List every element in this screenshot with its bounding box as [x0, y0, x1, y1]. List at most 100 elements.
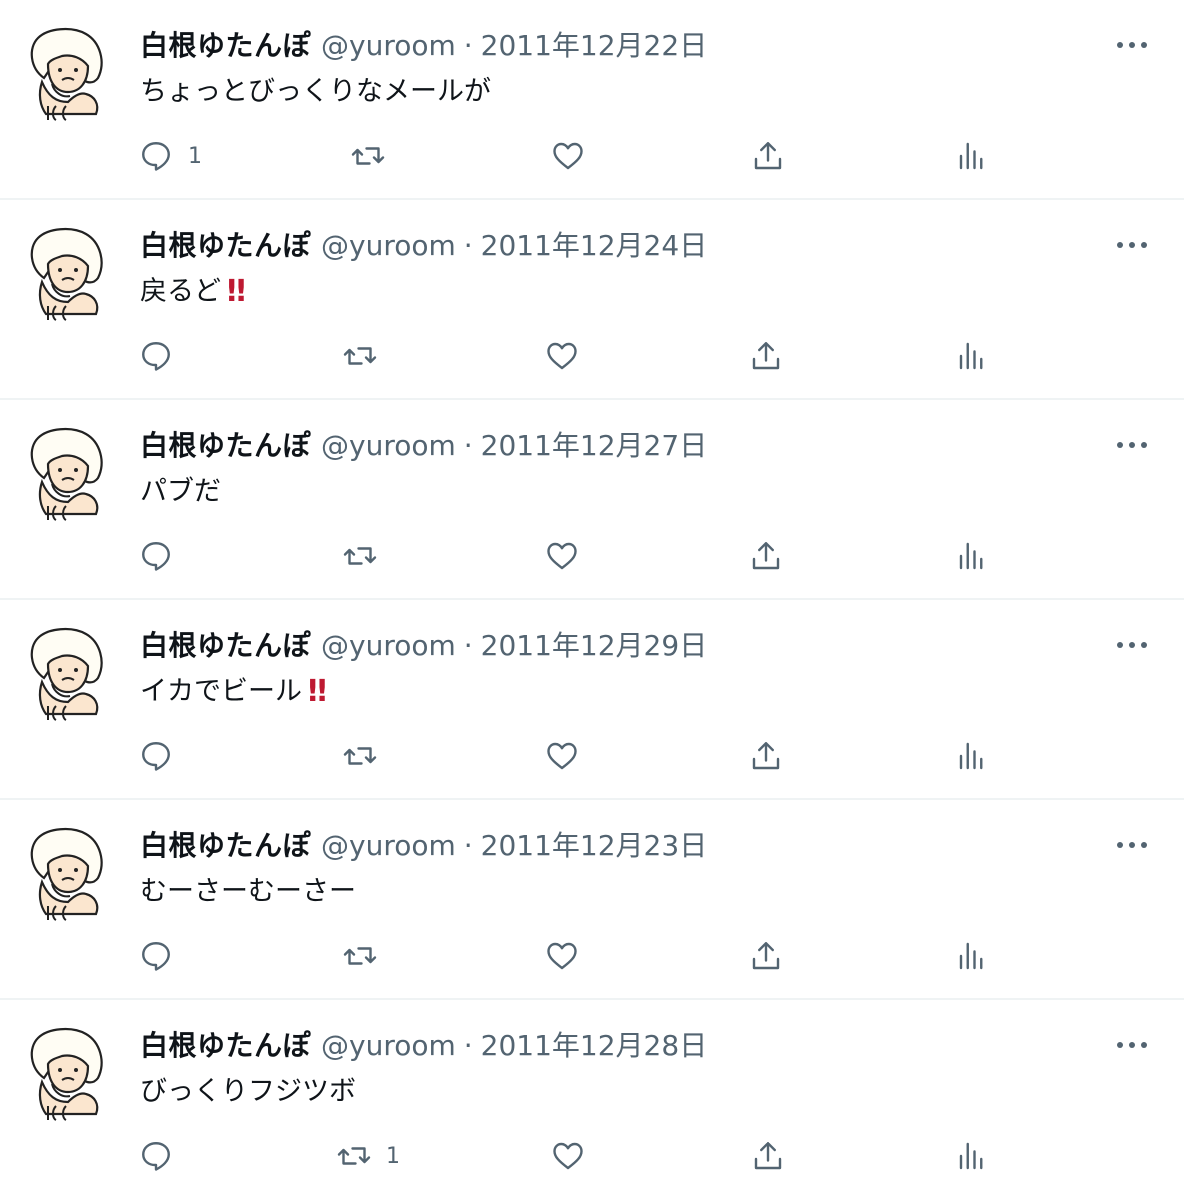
retweet-arrows-icon	[337, 1147, 371, 1165]
more-options-button[interactable]	[1110, 30, 1154, 60]
tweet-date[interactable]: 2011年12月23日	[481, 828, 708, 864]
tweet-date[interactable]: 2011年12月22日	[481, 28, 708, 64]
user-handle[interactable]: @yuroom	[321, 1028, 456, 1064]
speech-bubble-icon	[142, 1142, 170, 1171]
retweet-button[interactable]	[342, 734, 392, 778]
share-button[interactable]	[750, 134, 786, 178]
reply-button[interactable]	[138, 1134, 188, 1178]
more-horizontal-icon	[1117, 642, 1147, 648]
tweet-header: 白根ゆたんぽ @yuroom · 2011年12月29日	[140, 628, 707, 664]
tweet-date[interactable]: 2011年12月28日	[481, 1028, 708, 1064]
views-button[interactable]	[952, 534, 988, 578]
retweet-arrows-icon	[343, 947, 377, 965]
tweet[interactable]: 白根ゆたんぽ @yuroom · 2011年12月29日 イカでビール ‼	[0, 600, 1184, 800]
more-horizontal-icon	[1117, 242, 1147, 248]
double-exclamation-emoji: ‼	[308, 674, 327, 709]
separator-dot: ·	[463, 1029, 473, 1062]
bar-chart-icon	[959, 742, 983, 770]
share-button[interactable]	[748, 534, 784, 578]
avatar[interactable]	[22, 22, 110, 122]
display-name[interactable]: 白根ゆたんぽ	[140, 228, 311, 264]
tweet[interactable]: 白根ゆたんぽ @yuroom · 2011年12月27日 パブだ	[0, 400, 1184, 600]
display-name[interactable]: 白根ゆたんぽ	[140, 28, 311, 64]
like-button[interactable]	[544, 334, 580, 378]
tweet-header: 白根ゆたんぽ @yuroom · 2011年12月24日	[140, 228, 707, 264]
more-options-button[interactable]	[1110, 1030, 1154, 1060]
share-button[interactable]	[750, 1134, 786, 1178]
speech-bubble-icon	[142, 342, 170, 371]
more-horizontal-icon	[1117, 42, 1147, 48]
tweet-text: イカでビール ‼	[140, 674, 327, 710]
tweet-date[interactable]: 2011年12月24日	[481, 228, 708, 264]
reply-button[interactable]	[138, 334, 188, 378]
more-options-button[interactable]	[1110, 230, 1154, 260]
views-button[interactable]	[952, 1134, 988, 1178]
tweet-text-content: むーさーむーさー	[140, 876, 356, 907]
share-upload-icon	[754, 142, 782, 170]
share-button[interactable]	[748, 334, 784, 378]
retweet-button[interactable]	[350, 134, 400, 178]
user-handle[interactable]: @yuroom	[321, 28, 456, 64]
display-name[interactable]: 白根ゆたんぽ	[140, 628, 311, 664]
reply-count: 1	[188, 143, 202, 169]
more-horizontal-icon	[1117, 442, 1147, 448]
avatar[interactable]	[22, 222, 110, 322]
tweet-date[interactable]: 2011年12月27日	[481, 428, 708, 464]
avatar[interactable]	[22, 622, 110, 722]
reply-button[interactable]	[138, 934, 188, 978]
user-handle[interactable]: @yuroom	[321, 228, 456, 264]
tweet-actions: 1	[0, 134, 1184, 178]
like-button[interactable]	[550, 1134, 586, 1178]
user-handle[interactable]: @yuroom	[321, 828, 456, 864]
tweet[interactable]: 白根ゆたんぽ @yuroom · 2011年12月24日 戻るど ‼	[0, 200, 1184, 400]
avatar[interactable]	[22, 1022, 110, 1122]
tweet[interactable]: 白根ゆたんぽ @yuroom · 2011年12月22日 ちょっとびっくりなメー…	[0, 0, 1184, 200]
tweet[interactable]: 白根ゆたんぽ @yuroom · 2011年12月23日 むーさーむーさー	[0, 800, 1184, 1000]
tweet-text-content: 戻るど	[140, 276, 221, 307]
retweet-button[interactable]	[342, 534, 392, 578]
reply-button[interactable]	[138, 534, 188, 578]
display-name[interactable]: 白根ゆたんぽ	[140, 1028, 311, 1064]
more-horizontal-icon	[1117, 842, 1147, 848]
like-button[interactable]	[544, 734, 580, 778]
reply-button[interactable]: 1	[138, 134, 202, 178]
tweet-header: 白根ゆたんぽ @yuroom · 2011年12月27日	[140, 428, 707, 464]
tweet-actions	[0, 334, 1184, 378]
tweet[interactable]: 白根ゆたんぽ @yuroom · 2011年12月28日 びっくりフジツボ 1	[0, 1000, 1184, 1194]
tweet-actions	[0, 734, 1184, 778]
tweet-date[interactable]: 2011年12月29日	[481, 628, 708, 664]
tweet-header: 白根ゆたんぽ @yuroom · 2011年12月22日	[140, 28, 707, 64]
share-upload-icon	[752, 742, 780, 770]
display-name[interactable]: 白根ゆたんぽ	[140, 428, 311, 464]
avatar[interactable]	[22, 422, 110, 522]
retweet-arrows-icon	[343, 547, 377, 565]
views-button[interactable]	[952, 734, 988, 778]
more-options-button[interactable]	[1110, 830, 1154, 860]
tweet-text: むーさーむーさー	[140, 874, 362, 910]
like-button[interactable]	[544, 934, 580, 978]
like-button[interactable]	[550, 134, 586, 178]
speech-bubble-icon	[142, 542, 170, 571]
share-button[interactable]	[748, 934, 784, 978]
share-button[interactable]	[748, 734, 784, 778]
like-button[interactable]	[544, 534, 580, 578]
avatar[interactable]	[22, 822, 110, 922]
views-button[interactable]	[952, 334, 988, 378]
tweet-text: ちょっとびっくりなメールが	[140, 74, 497, 110]
speech-bubble-icon	[142, 942, 170, 971]
more-options-button[interactable]	[1110, 630, 1154, 660]
user-handle[interactable]: @yuroom	[321, 428, 456, 464]
heart-icon	[547, 742, 577, 770]
more-options-button[interactable]	[1110, 430, 1154, 460]
separator-dot: ·	[463, 829, 473, 862]
retweet-button[interactable]	[342, 934, 392, 978]
retweet-button[interactable]: 1	[336, 1134, 400, 1178]
display-name[interactable]: 白根ゆたんぽ	[140, 828, 311, 864]
reply-button[interactable]	[138, 734, 188, 778]
views-button[interactable]	[952, 134, 988, 178]
tweet-feed: 白根ゆたんぽ @yuroom · 2011年12月22日 ちょっとびっくりなメー…	[0, 0, 1184, 1194]
views-button[interactable]	[952, 934, 988, 978]
retweet-button[interactable]	[342, 334, 392, 378]
separator-dot: ·	[463, 629, 473, 662]
user-handle[interactable]: @yuroom	[321, 628, 456, 664]
